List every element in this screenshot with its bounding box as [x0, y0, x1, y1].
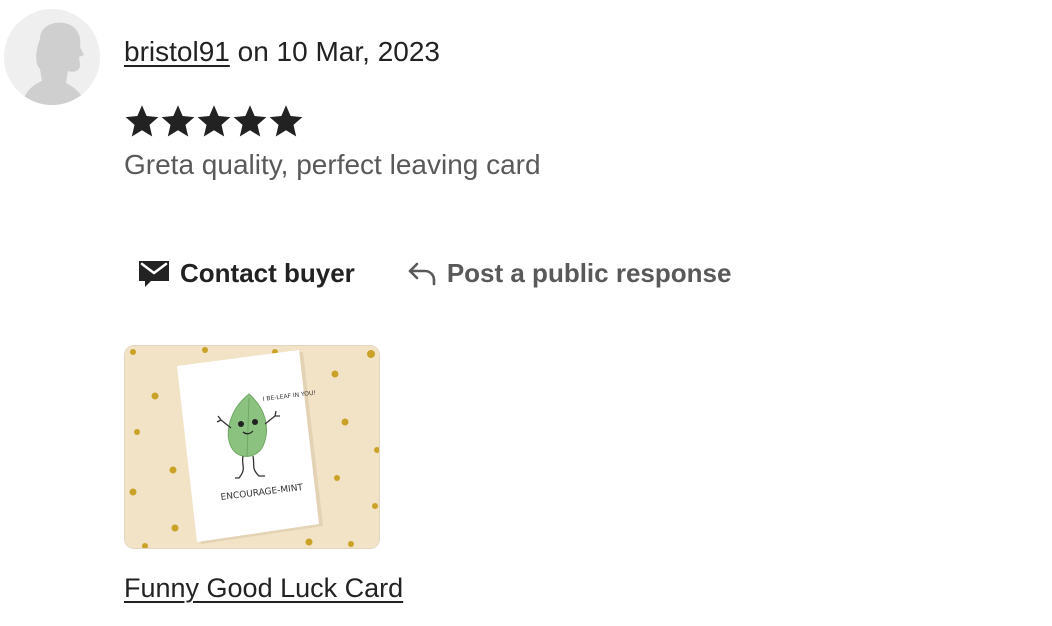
- envelope-icon: [138, 258, 170, 288]
- star-icon: [161, 105, 195, 137]
- listing-thumbnail[interactable]: I BE-LEAF IN YOU! ENCOURAGE-MINT: [124, 345, 380, 549]
- star-icon: [233, 105, 267, 137]
- contact-buyer-button[interactable]: Contact buyer: [124, 248, 369, 298]
- contact-buyer-label: Contact buyer: [180, 257, 355, 288]
- star-icon: [269, 105, 303, 137]
- star-icon: [125, 105, 159, 137]
- star-icon: [197, 105, 231, 137]
- review-text: Greta quality, perfect leaving card: [124, 149, 541, 180]
- post-public-response-button[interactable]: Post a public response: [391, 248, 746, 298]
- review-header: bristol91 on 10 Mar, 2023: [124, 34, 440, 70]
- star-rating: [124, 102, 304, 140]
- reply-arrow-icon: [407, 260, 437, 286]
- review-date: on 10 Mar, 2023: [229, 36, 440, 67]
- listing-title-link[interactable]: Funny Good Luck Card: [124, 570, 403, 606]
- listing-image: I BE-LEAF IN YOU! ENCOURAGE-MINT: [125, 346, 379, 548]
- reviewer-username-link[interactable]: bristol91: [124, 36, 230, 67]
- default-avatar-icon: [4, 9, 100, 105]
- post-public-response-label: Post a public response: [446, 257, 732, 288]
- review-actions: Contact buyer Post a public response: [124, 248, 745, 298]
- avatar[interactable]: [4, 9, 100, 105]
